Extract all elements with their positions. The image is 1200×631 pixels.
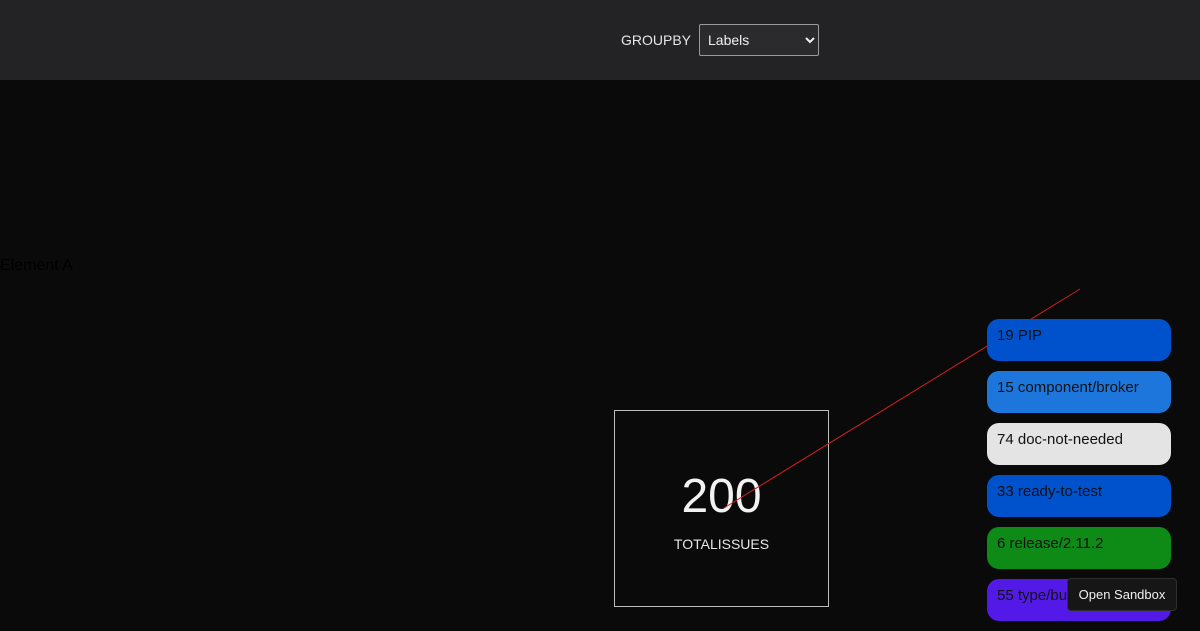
- groupby-select[interactable]: Labels: [699, 24, 819, 56]
- total-issues-card: 200 TOTALISSUES: [614, 410, 829, 607]
- label-pill[interactable]: 6 release/2.11.2: [987, 527, 1171, 569]
- label-pill[interactable]: 15 component/broker: [987, 371, 1171, 413]
- top-bar: GROUPBY Labels: [0, 0, 1200, 80]
- label-pill[interactable]: 74 doc-not-needed: [987, 423, 1171, 465]
- groupby-label: GROUPBY: [621, 32, 692, 48]
- label-pill[interactable]: 19 PIP: [987, 319, 1171, 361]
- element-a-label: Element A: [0, 257, 73, 274]
- total-issues-label: TOTALISSUES: [673, 536, 770, 552]
- open-sandbox-button[interactable]: Open Sandbox: [1067, 578, 1177, 611]
- total-issues-count: 200: [681, 470, 762, 523]
- label-pill[interactable]: 33 ready-to-test: [987, 475, 1171, 517]
